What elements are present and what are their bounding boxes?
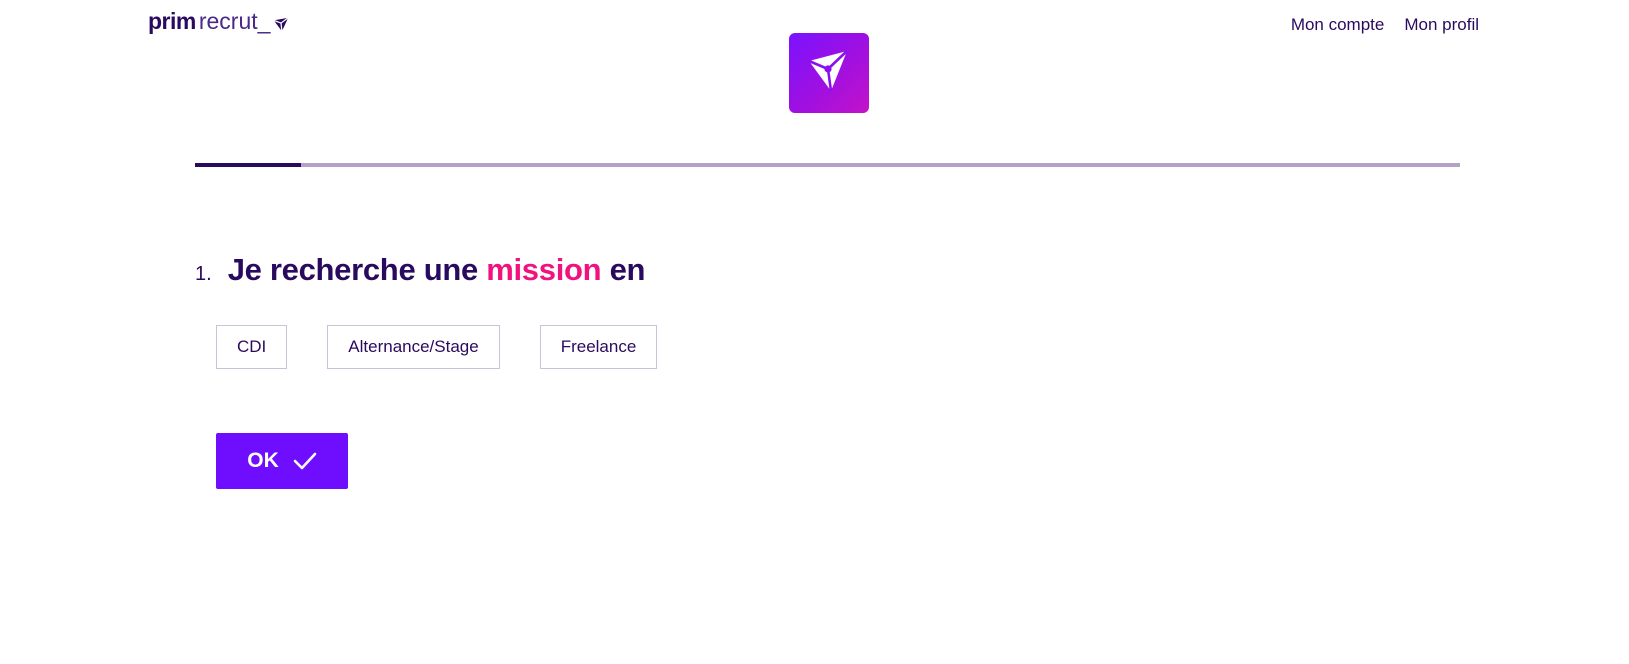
question-text-after: en — [601, 252, 646, 287]
question-number: 1. — [195, 263, 212, 285]
logo-text-light: recrut_ — [198, 8, 271, 34]
checkmark-icon — [293, 451, 317, 471]
question-text-before: Je recherche une — [227, 252, 487, 287]
question-text: Je recherche une mission en — [227, 252, 646, 288]
nav-mon-profil[interactable]: Mon profil — [1404, 14, 1479, 36]
diamond-icon — [803, 45, 855, 102]
question: 1. Je recherche une mission en — [195, 252, 645, 288]
app-badge — [789, 33, 869, 113]
option-cdi[interactable]: CDI — [216, 325, 288, 369]
progress-bar — [195, 163, 1460, 167]
ok-button[interactable]: OK — [216, 433, 348, 489]
page: prim recrut_ Mon compte Mon profil 1. Je… — [0, 0, 1629, 664]
diamond-icon — [272, 12, 290, 32]
ok-label: OK — [247, 449, 279, 472]
nav-mon-compte[interactable]: Mon compte — [1291, 14, 1385, 36]
option-group: CDI Alternance/Stage Freelance — [216, 325, 658, 369]
logo-text-bold: prim — [148, 8, 196, 34]
question-highlight: mission — [486, 252, 602, 287]
progress-fill — [195, 163, 302, 167]
option-freelance[interactable]: Freelance — [539, 325, 658, 369]
logo[interactable]: prim recrut_ — [148, 8, 290, 34]
option-alternance-stage[interactable]: Alternance/Stage — [327, 325, 500, 369]
top-nav: Mon compte Mon profil — [1291, 14, 1479, 36]
